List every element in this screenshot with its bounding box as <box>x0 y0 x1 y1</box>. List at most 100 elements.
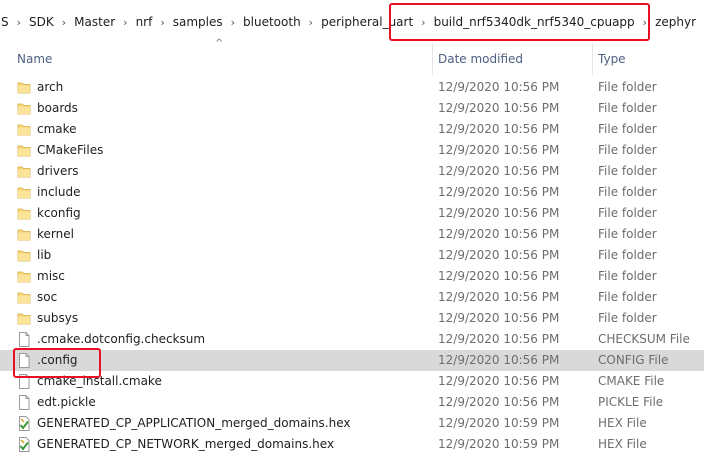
file-name: CMakeFiles <box>37 143 104 157</box>
file-type: File folder <box>598 269 657 283</box>
file-name: cmake_install.cmake <box>37 374 162 388</box>
file-name: edt.pickle <box>37 395 96 409</box>
file-type: PICKLE File <box>598 395 664 409</box>
breadcrumb-item[interactable]: Master <box>73 15 116 29</box>
breadcrumb-item[interactable]: zephyr <box>654 15 697 29</box>
file-name: lib <box>37 248 52 262</box>
file-date-modified: 12/9/2020 10:56 PM <box>438 290 560 304</box>
file-row[interactable]: subsys 12/9/2020 10:56 PM File folder <box>0 308 704 329</box>
file-row[interactable]: cmake 12/9/2020 10:56 PM File folder <box>0 119 704 140</box>
breadcrumb-separator-icon[interactable]: › <box>636 16 654 29</box>
type-column-header[interactable]: Type <box>598 52 626 66</box>
folder-icon <box>17 290 31 305</box>
name-column-header[interactable]: Name <box>17 52 52 66</box>
file-type: HEX File <box>598 437 647 451</box>
file-type: HEX File <box>598 416 647 430</box>
file-row[interactable]: kernel 12/9/2020 10:56 PM File folder <box>0 224 704 245</box>
file-row[interactable]: CMakeFiles 12/9/2020 10:56 PM File folder <box>0 140 704 161</box>
file-type: File folder <box>598 227 657 241</box>
file-row[interactable]: edt.pickle 12/9/2020 10:56 PM PICKLE File <box>0 392 704 413</box>
file-row[interactable]: .config 12/9/2020 10:56 PM CONFIG File <box>0 350 704 371</box>
folder-icon <box>17 311 31 326</box>
file-name: cmake <box>37 122 77 136</box>
file-row[interactable]: drivers 12/9/2020 10:56 PM File folder <box>0 161 704 182</box>
file-type: File folder <box>598 248 657 262</box>
column-header-row: ^ Name Date modified Type <box>0 38 704 75</box>
folder-icon <box>17 122 31 137</box>
breadcrumb-item[interactable]: peripheral_uart <box>320 15 414 29</box>
file-type: File folder <box>598 101 657 115</box>
file-type: File folder <box>598 143 657 157</box>
file-date-modified: 12/9/2020 10:56 PM <box>438 332 560 346</box>
file-type: CONFIG File <box>598 353 669 367</box>
hex-file-icon <box>17 437 31 452</box>
column-divider[interactable] <box>432 44 433 75</box>
folder-icon <box>17 206 31 221</box>
folder-icon <box>17 248 31 263</box>
breadcrumb-item[interactable]: samples <box>172 15 224 29</box>
file-date-modified: 12/9/2020 10:56 PM <box>438 311 560 325</box>
file-date-modified: 12/9/2020 10:56 PM <box>438 143 560 157</box>
file-row[interactable]: soc 12/9/2020 10:56 PM File folder <box>0 287 704 308</box>
file-name: drivers <box>37 164 79 178</box>
file-type: CHECKSUM File <box>598 332 690 346</box>
file-date-modified: 12/9/2020 10:56 PM <box>438 269 560 283</box>
folder-icon <box>17 101 31 116</box>
folder-icon <box>17 185 31 200</box>
file-date-modified: 12/9/2020 10:56 PM <box>438 206 560 220</box>
file-icon <box>17 332 31 347</box>
breadcrumb: S › SDK › Master › nrf › samples › bluetooth › perip… <box>0 0 704 44</box>
file-type: File folder <box>598 206 657 220</box>
breadcrumb-separator-icon[interactable]: › <box>302 16 320 29</box>
folder-icon <box>17 227 31 242</box>
file-row[interactable]: GENERATED_CP_APPLICATION_merged_domains.… <box>0 413 704 434</box>
column-divider[interactable] <box>592 44 593 75</box>
breadcrumb-separator-icon[interactable]: › <box>55 16 73 29</box>
file-row[interactable]: cmake_install.cmake 12/9/2020 10:56 PM CMA… <box>0 371 704 392</box>
file-type: File folder <box>598 164 657 178</box>
date-column-header[interactable]: Date modified <box>438 52 523 66</box>
file-date-modified: 12/9/2020 10:56 PM <box>438 248 560 262</box>
breadcrumb-separator-icon[interactable]: › <box>10 16 28 29</box>
file-date-modified: 12/9/2020 10:59 PM <box>438 416 560 430</box>
breadcrumb-separator-icon[interactable]: › <box>116 16 134 29</box>
file-name: include <box>37 185 81 199</box>
file-name: kernel <box>37 227 74 241</box>
breadcrumb-item[interactable]: bluetooth <box>242 15 302 29</box>
file-icon <box>17 395 31 410</box>
file-row[interactable]: kconfig 12/9/2020 10:56 PM File folder <box>0 203 704 224</box>
breadcrumb-item[interactable]: S <box>0 15 10 29</box>
file-row[interactable]: boards 12/9/2020 10:56 PM File folder <box>0 98 704 119</box>
file-date-modified: 12/9/2020 10:56 PM <box>438 185 560 199</box>
file-name: arch <box>37 80 64 94</box>
breadcrumb-item[interactable]: build_nrf5340dk_nrf5340_cpuapp <box>433 15 636 29</box>
file-name: .cmake.dotconfig.checksum <box>37 332 206 346</box>
file-name: boards <box>37 101 78 115</box>
file-row[interactable]: misc 12/9/2020 10:56 PM File folder <box>0 266 704 287</box>
hex-file-icon <box>17 416 31 431</box>
file-icon <box>17 353 31 368</box>
file-name: subsys <box>37 311 79 325</box>
file-row[interactable]: .cmake.dotconfig.checksum 12/9/2020 10:56… <box>0 329 704 350</box>
breadcrumb-separator-icon[interactable]: › <box>414 16 432 29</box>
breadcrumb-item[interactable]: SDK <box>28 15 55 29</box>
file-name: kconfig <box>37 206 81 220</box>
file-row[interactable]: GENERATED_CP_NETWORK_merged_domains.hex 1… <box>0 434 704 455</box>
file-row[interactable]: arch 12/9/2020 10:56 PM File folder <box>0 77 704 98</box>
file-date-modified: 12/9/2020 10:56 PM <box>438 374 560 388</box>
file-row[interactable]: lib 12/9/2020 10:56 PM File folder <box>0 245 704 266</box>
breadcrumb-separator-icon[interactable]: › <box>153 16 171 29</box>
folder-icon <box>17 164 31 179</box>
file-name: GENERATED_CP_NETWORK_merged_domains.hex <box>37 437 335 451</box>
file-list: arch 12/9/2020 10:56 PM File folder boards 1… <box>0 77 704 455</box>
file-date-modified: 12/9/2020 10:56 PM <box>438 80 560 94</box>
breadcrumb-item[interactable]: nrf <box>135 15 154 29</box>
file-row[interactable]: include 12/9/2020 10:56 PM File folder <box>0 182 704 203</box>
file-type: CMAKE File <box>598 374 665 388</box>
file-type: File folder <box>598 122 657 136</box>
file-date-modified: 12/9/2020 10:56 PM <box>438 122 560 136</box>
breadcrumb-separator-icon[interactable]: › <box>224 16 242 29</box>
file-name: .config <box>37 353 78 367</box>
file-name: soc <box>37 290 58 304</box>
folder-icon <box>17 143 31 158</box>
